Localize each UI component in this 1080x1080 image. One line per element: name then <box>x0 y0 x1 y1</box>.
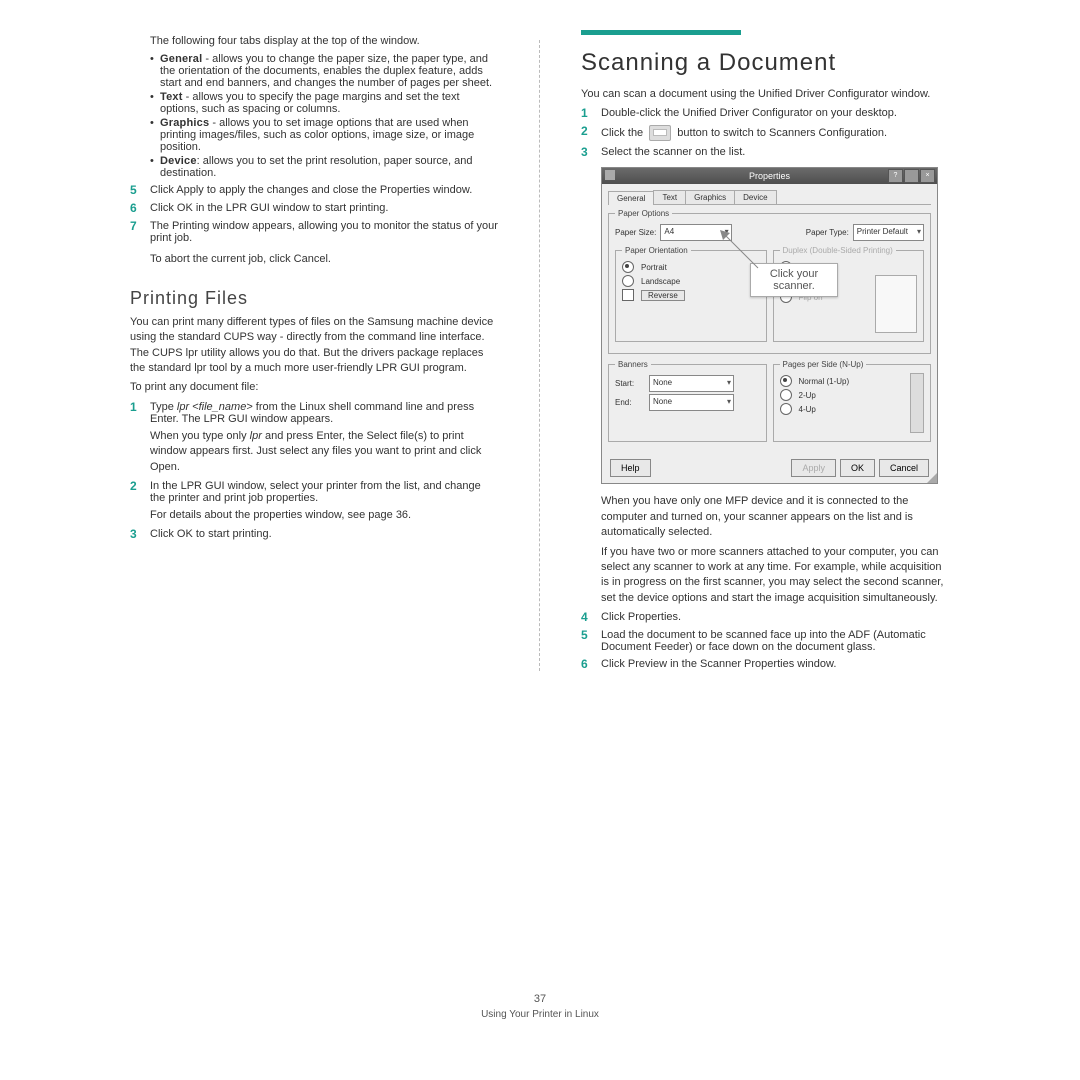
close-icon[interactable]: × <box>920 169 935 183</box>
callout-box: Click your scanner. <box>750 263 838 297</box>
paper-options-legend: Paper Options <box>615 209 672 218</box>
sc-step-4: 4Click Properties. <box>581 610 950 624</box>
callout-text: Click your scanner. <box>770 268 818 292</box>
dialog-tabs: General Text Graphics Device <box>608 190 931 205</box>
minimize-icon[interactable] <box>904 169 919 183</box>
banner-start-label: Start: <box>615 379 645 388</box>
tab-general[interactable]: General <box>608 191 654 205</box>
pf-step-2: 2In the LPR GUI window, select your prin… <box>130 479 499 504</box>
scanner-icon <box>649 125 671 141</box>
paper-type-select[interactable]: Printer Default <box>853 224 924 241</box>
nup-4-radio[interactable] <box>780 403 792 415</box>
bullet-text: • Text - allows you to specify the page … <box>150 91 499 115</box>
dialog-titlebar[interactable]: Properties ? × <box>602 168 937 184</box>
sc-note-2: If you have two or more scanners attache… <box>601 545 950 607</box>
nup-scroll[interactable] <box>910 373 924 433</box>
tab-device[interactable]: Device <box>734 190 776 204</box>
scanning-intro: You can scan a document using the Unifie… <box>581 87 950 102</box>
dialog-title: Properties <box>749 171 790 181</box>
sc-step-3: 3Select the scanner on the list. <box>581 145 950 159</box>
bullet-device: • Device: allows you to set the print re… <box>150 155 499 179</box>
sc-step-6: 6Click Preview in the Scanner Properties… <box>581 657 950 671</box>
pf-step-2-detail: For details about the properties window,… <box>150 508 499 523</box>
apply-button[interactable]: Apply <box>791 459 836 477</box>
sc-note-1: When you have only one MFP device and it… <box>601 494 950 540</box>
duplex-legend: Duplex (Double-Sided Printing) <box>780 246 896 255</box>
step-5: 5Click Apply to apply the changes and cl… <box>130 183 499 197</box>
help-icon[interactable]: ? <box>888 169 903 183</box>
portrait-radio[interactable] <box>622 261 634 273</box>
banners-group: Banners Start: None End: None <box>608 360 767 442</box>
nup-group: Pages per Side (N-Up) Normal (1-Up) 2-Up… <box>773 360 932 442</box>
nup-legend: Pages per Side (N-Up) <box>780 360 867 369</box>
bullet-graphics: • Graphics - allows you to set image opt… <box>150 117 499 153</box>
scanning-heading: Scanning a Document <box>581 49 950 77</box>
column-divider <box>539 40 541 671</box>
pf-step-3: 3Click OK to start printing. <box>130 527 499 541</box>
footer-text: Using Your Printer in Linux <box>0 1009 1080 1020</box>
cancel-button[interactable]: Cancel <box>879 459 929 477</box>
paper-size-label: Paper Size: <box>615 228 656 237</box>
paper-size-select[interactable]: A4 <box>660 224 731 241</box>
right-column: Scanning a Document You can scan a docum… <box>581 30 950 671</box>
step-7: 7The Printing window appears, allowing y… <box>130 219 499 244</box>
printing-files-para: You can print many different types of fi… <box>130 315 499 377</box>
step-6: 6Click OK in the LPR GUI window to start… <box>130 201 499 215</box>
banner-start-select[interactable]: None <box>649 375 734 392</box>
left-column: The following four tabs display at the t… <box>130 30 499 671</box>
banners-legend: Banners <box>615 360 651 369</box>
tab-graphics[interactable]: Graphics <box>685 190 735 204</box>
bullet-general: • General - allows you to change the pap… <box>150 53 499 89</box>
reverse-label: Reverse <box>641 290 685 301</box>
to-print-line: To print any document file: <box>130 380 499 395</box>
landscape-radio[interactable] <box>622 275 634 287</box>
accent-bar <box>581 30 741 35</box>
portrait-label: Portrait <box>641 263 667 272</box>
dialog-app-icon <box>605 170 615 180</box>
pf-step-1: 1 Type lpr <file_name> from the Linux sh… <box>130 400 499 425</box>
abort-note: To abort the current job, click Cancel. <box>150 252 499 267</box>
landscape-label: Landscape <box>641 277 680 286</box>
properties-dialog: Properties ? × General Text Graphics Dev… <box>601 167 938 484</box>
sc-step-2: 2Click the button to switch to Scanners … <box>581 124 950 141</box>
nup-1-radio[interactable] <box>780 375 792 387</box>
printing-files-heading: Printing Files <box>130 288 499 309</box>
reverse-check[interactable] <box>622 289 634 301</box>
tab-text[interactable]: Text <box>653 190 686 204</box>
paper-preview <box>875 275 917 333</box>
nup-2-radio[interactable] <box>780 389 792 401</box>
page-number: 37 <box>0 993 1080 1005</box>
page-footer: 37 Using Your Printer in Linux <box>0 993 1080 1020</box>
orientation-legend: Paper Orientation <box>622 246 691 255</box>
banner-end-label: End: <box>615 398 645 407</box>
sc-step-5: 5Load the document to be scanned face up… <box>581 628 950 653</box>
sc-step-1: 1Double-click the Unified Driver Configu… <box>581 106 950 120</box>
tabs-intro: The following four tabs display at the t… <box>150 34 499 49</box>
pf-step-1-detail: When you type only lpr and press Enter, … <box>150 429 499 475</box>
ok-button[interactable]: OK <box>840 459 875 477</box>
paper-type-label: Paper Type: <box>806 228 849 237</box>
resize-handle[interactable] <box>927 473 937 483</box>
banner-end-select[interactable]: None <box>649 394 734 411</box>
orientation-group: Paper Orientation Portrait Landscape Rev… <box>615 246 767 342</box>
help-button[interactable]: Help <box>610 459 651 477</box>
